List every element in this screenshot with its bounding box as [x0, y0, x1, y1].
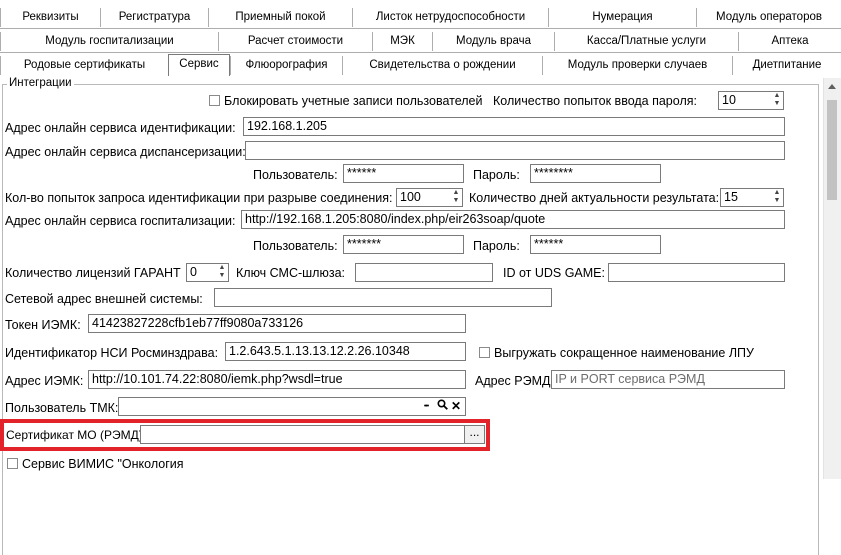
- retry-spinner[interactable]: 100 ▲ ▼: [396, 188, 463, 207]
- tab-row-2: Модуль госпитализации Расчет стоимости М…: [0, 32, 841, 53]
- tab-rekvizity[interactable]: Реквизиты: [0, 8, 100, 27]
- dispensary-service-input[interactable]: [245, 141, 785, 160]
- dots-icon[interactable]: •••: [419, 398, 433, 415]
- nsi-label: Идентификатор НСИ Росминздрава:: [5, 346, 219, 360]
- spin-up-icon[interactable]: ▲: [216, 264, 228, 272]
- days-spinner-arrows[interactable]: ▲ ▼: [771, 189, 783, 206]
- password1-label: Пароль:: [473, 168, 520, 182]
- tab-cashier[interactable]: Касса/Платные услуги: [554, 32, 738, 51]
- user1-label: Пользователь:: [253, 168, 338, 182]
- retry-spinner-arrows[interactable]: ▲ ▼: [450, 189, 462, 206]
- block-accounts-checkbox[interactable]: [209, 95, 220, 106]
- password-attempts-label: Количество попыток ввода пароля:: [493, 94, 697, 108]
- garant-spinner[interactable]: 0 ▲ ▼: [186, 263, 229, 282]
- vimis-checkbox[interactable]: [7, 458, 18, 469]
- tab-birth-records[interactable]: Свидетельства о рождении: [342, 56, 542, 75]
- tab-birth-certificates[interactable]: Родовые сертификаты: [0, 56, 168, 75]
- external-input[interactable]: [214, 288, 552, 307]
- tab-numbering[interactable]: Нумерация: [548, 8, 696, 27]
- nsi-input[interactable]: 1.2.643.5.1.13.13.12.2.26.10348: [225, 342, 466, 361]
- password-attempts-value: 10: [722, 93, 736, 107]
- spin-up-icon[interactable]: ▲: [771, 189, 783, 197]
- sms-label: Ключ СМС-шлюза:: [236, 266, 346, 280]
- password2-label: Пароль:: [473, 239, 520, 253]
- iemk-token-label: Токен ИЭМК:: [5, 318, 81, 332]
- external-label: Сетевой адрес внешней системы:: [5, 292, 203, 306]
- dispensary-service-label: Адрес онлайн сервиса диспансеризации:: [5, 145, 246, 159]
- tab-hospitalization-module[interactable]: Модуль госпитализации: [0, 32, 218, 51]
- tab-case-check[interactable]: Модуль проверки случаев: [542, 56, 732, 75]
- sms-input[interactable]: [355, 263, 493, 282]
- user1-input[interactable]: ******: [343, 164, 464, 183]
- password-attempts-spinner[interactable]: 10 ▲ ▼: [718, 91, 784, 110]
- garant-value: 0: [190, 265, 197, 279]
- tmk-label: Пользователь ТМК:: [5, 401, 119, 415]
- password2-input[interactable]: ******: [530, 235, 661, 254]
- password1-input[interactable]: ********: [530, 164, 661, 183]
- tab-doctor-module[interactable]: Модуль врача: [432, 32, 554, 51]
- tab-sick-leave[interactable]: Листок нетрудоспособности: [352, 8, 548, 27]
- tab-service[interactable]: Сервис: [168, 54, 230, 76]
- garant-label: Количество лицензий ГАРАНТ: [5, 266, 181, 280]
- scroll-up-icon[interactable]: [828, 84, 836, 89]
- short-name-label: Выгружать сокращенное наименование ЛПУ: [494, 346, 754, 360]
- spin-down-icon[interactable]: ▼: [216, 272, 228, 280]
- tab-mek[interactable]: МЭК: [372, 32, 432, 51]
- vertical-scrollbar[interactable]: [823, 78, 841, 479]
- hosp-service-input[interactable]: http://192.168.1.205:8080/index.php/eir2…: [241, 210, 785, 229]
- user2-input[interactable]: *******: [343, 235, 464, 254]
- search-icon[interactable]: [435, 398, 449, 415]
- scrollbar-thumb[interactable]: [827, 100, 837, 200]
- tab-diet[interactable]: Диетпитание: [732, 56, 841, 75]
- vimis-label: Сервис ВИМИС "Онкология: [22, 457, 184, 471]
- retry-value: 100: [400, 190, 421, 204]
- block-accounts-label: Блокировать учетные записи пользователей: [224, 94, 483, 108]
- tab-row-1: Реквизиты Регистратура Приемный покой Ли…: [0, 8, 841, 29]
- days-label: Количество дней актуальности результата:: [469, 191, 720, 205]
- ident-service-label: Адрес онлайн сервиса идентификации:: [5, 121, 236, 135]
- spin-down-icon[interactable]: ▼: [771, 100, 783, 108]
- ident-service-input[interactable]: 192.168.1.205: [243, 117, 785, 136]
- spin-up-icon[interactable]: ▲: [450, 189, 462, 197]
- cert-label: Сертификат МО (РЭМД):: [6, 428, 147, 442]
- garant-spinner-arrows[interactable]: ▲ ▼: [216, 264, 228, 281]
- tab-cost-calc[interactable]: Расчет стоимости: [218, 32, 372, 51]
- days-value: 15: [724, 190, 738, 204]
- iemk-addr-input[interactable]: http://10.101.74.22:8080/iemk.php?wsdl=t…: [88, 370, 466, 389]
- integrations-group-title: Интеграции: [7, 77, 74, 89]
- hosp-service-label: Адрес онлайн сервиса госпитализации:: [5, 214, 236, 228]
- cert-input[interactable]: ...: [140, 425, 485, 444]
- tmk-input[interactable]: ••• ✕: [118, 397, 466, 416]
- retry-label: Кол-во попыток запроса идентификации при…: [5, 191, 393, 205]
- iemk-addr-label: Адрес ИЭМК:: [5, 374, 84, 388]
- remd-label: Адрес РЭМД:: [475, 374, 554, 388]
- uds-label: ID от UDS GAME:: [503, 266, 605, 280]
- cert-browse-button[interactable]: ...: [464, 426, 484, 443]
- tab-pharmacy[interactable]: Аптека: [738, 32, 841, 51]
- short-name-checkbox[interactable]: [479, 347, 490, 358]
- tab-fluorography[interactable]: Флюорография: [230, 56, 342, 75]
- tab-registratura[interactable]: Регистратура: [100, 8, 208, 27]
- tab-priemny-pokoy[interactable]: Приемный покой: [208, 8, 352, 27]
- tab-operators-module[interactable]: Модуль операторов: [696, 8, 841, 27]
- tab-row-3: Родовые сертификаты Сервис Флюорография …: [0, 54, 841, 77]
- spin-down-icon[interactable]: ▼: [771, 197, 783, 205]
- spinner-arrows[interactable]: ▲ ▼: [771, 92, 783, 109]
- spin-down-icon[interactable]: ▼: [450, 197, 462, 205]
- close-icon[interactable]: ✕: [449, 398, 463, 415]
- days-spinner[interactable]: 15 ▲ ▼: [720, 188, 784, 207]
- iemk-token-input[interactable]: 41423827228cfb1eb77ff9080a733126: [88, 314, 466, 333]
- spin-up-icon[interactable]: ▲: [771, 92, 783, 100]
- remd-input[interactable]: IP и PORT сервиса РЭМД: [551, 370, 785, 389]
- uds-input[interactable]: [608, 263, 785, 282]
- user2-label: Пользователь:: [253, 239, 338, 253]
